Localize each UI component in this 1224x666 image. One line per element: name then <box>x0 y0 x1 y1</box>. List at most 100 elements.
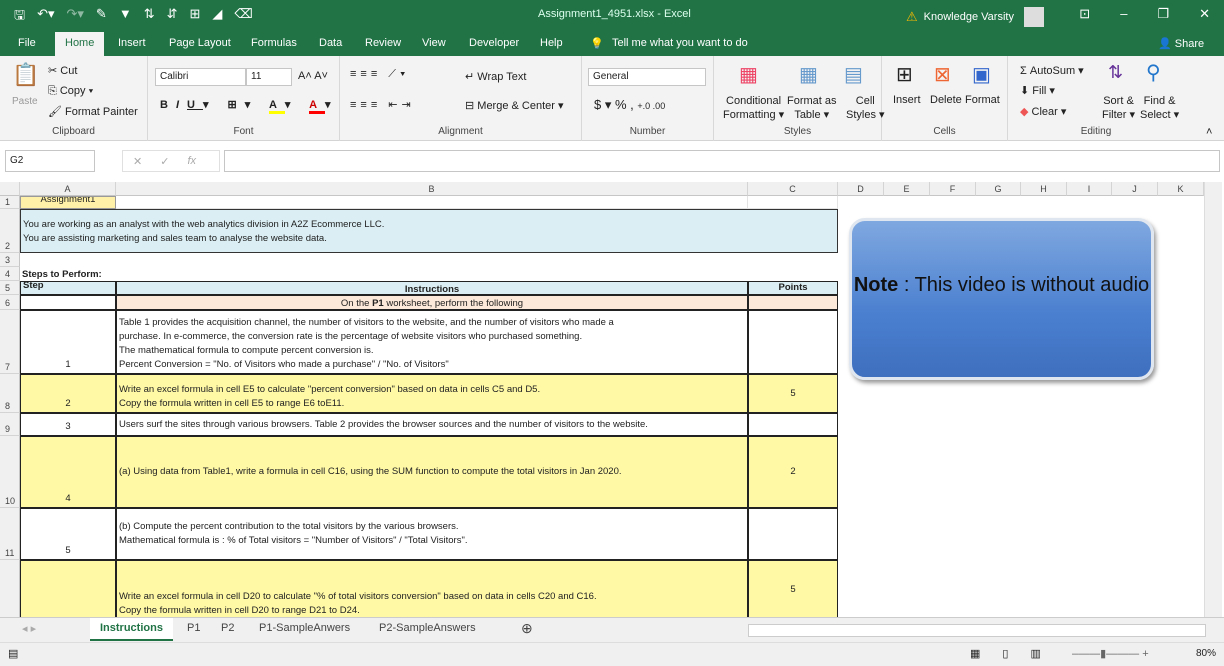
save-icon[interactable]: 🖫 <box>14 6 25 28</box>
tab-formulas[interactable]: Formulas <box>251 37 297 49</box>
cell-c[interactable]: 5 <box>748 374 838 413</box>
row-header[interactable]: 11 <box>0 508 20 560</box>
number-format-select[interactable]: General <box>588 68 706 86</box>
copy-button[interactable]: ⎘ Copy ▾ <box>48 85 93 98</box>
view-buttons[interactable]: ▦▯▥ <box>970 647 1063 660</box>
tell-me-input[interactable]: Tell me what you want to do <box>612 37 748 49</box>
cut-button[interactable]: ✂ Cut <box>48 64 77 77</box>
name-box[interactable]: G2 <box>5 150 95 172</box>
conditional-formatting-icon[interactable]: ▦ <box>739 62 758 87</box>
column-header-c[interactable]: C <box>748 182 838 196</box>
redo-icon[interactable]: ↷▾ <box>67 6 84 28</box>
insert-button[interactable]: Insert <box>893 94 921 106</box>
paste-icon[interactable]: 📋 <box>12 62 39 88</box>
cell-b[interactable]: Users surf the sites through various bro… <box>116 413 748 436</box>
tab-data[interactable]: Data <box>319 37 342 49</box>
cell-b[interactable]: On the P1 worksheet, perform the followi… <box>116 295 748 310</box>
format-cells-icon[interactable]: ▣ <box>972 62 991 87</box>
format-as-table-button[interactable]: Format as Table ▾ <box>787 94 837 122</box>
column-header-e[interactable]: E <box>884 182 930 196</box>
sheet-tab-p1[interactable]: P1 <box>187 622 200 634</box>
merge-center-button[interactable]: ⊟ Merge & Center ▾ <box>465 99 564 112</box>
format-button[interactable]: Format <box>965 94 1000 106</box>
autosum-button[interactable]: Σ AutoSum ▾ <box>1020 64 1084 77</box>
row-header[interactable]: 1 <box>0 196 20 209</box>
tab-page-layout[interactable]: Page Layout <box>169 37 231 49</box>
fill-button[interactable]: ⬇ Fill ▾ <box>1020 84 1055 97</box>
cell-c[interactable] <box>748 508 838 560</box>
formula-input[interactable] <box>224 150 1220 172</box>
insert-cells-icon[interactable]: ⊞ <box>896 62 913 87</box>
row-header[interactable]: 4 <box>0 267 20 281</box>
search-icon[interactable]: ⚲ <box>1146 60 1161 85</box>
row-header[interactable]: 10 <box>0 436 20 508</box>
font-size-select[interactable]: 11 <box>246 68 292 86</box>
format-as-table-icon[interactable]: ▦ <box>799 62 818 87</box>
avatar[interactable] <box>1023 7 1044 27</box>
cell-b[interactable]: (a) Using data from Table1, write a form… <box>116 436 748 508</box>
wrap-text-button[interactable]: ↵ Wrap Text <box>465 70 526 83</box>
close-icon[interactable]: ✕ <box>1199 6 1210 22</box>
tab-help[interactable]: Help <box>540 37 563 49</box>
user-name[interactable]: Knowledge Varsity <box>924 11 1014 23</box>
column-header-j[interactable]: J <box>1112 182 1158 196</box>
tab-home[interactable]: Home <box>55 32 105 56</box>
bold-italic-underline-icons[interactable]: BIU▾ ⊞▾ A▾ A▾ <box>160 98 339 114</box>
cell-a[interactable] <box>20 295 116 310</box>
cell-styles-button[interactable]: Cell Styles ▾ <box>846 94 885 122</box>
horizontal-align-icons[interactable]: ≡≡≡ ⇤⇥ <box>350 98 415 111</box>
cell-a[interactable]: 2 <box>20 374 116 413</box>
comma-button[interactable]: , <box>630 97 634 112</box>
sheet-tab-p1-sample[interactable]: P1-SampleAnwers <box>259 622 350 634</box>
cell-b[interactable]: Write an excel formula in cell E5 to cal… <box>116 374 748 413</box>
row-header[interactable]: 2 <box>0 209 20 253</box>
sheet-nav-arrows[interactable]: ◂ ▸ <box>22 622 36 635</box>
zoom-slider[interactable]: –——▮——— + <box>1072 647 1149 660</box>
cell-c[interactable] <box>748 310 838 374</box>
zoom-level[interactable]: 80% <box>1196 648 1216 659</box>
cell-c[interactable] <box>748 295 838 310</box>
column-header-k[interactable]: K <box>1158 182 1204 196</box>
collapse-ribbon-icon[interactable]: ˄ <box>1206 126 1212 138</box>
sheet-tab-instructions[interactable]: Instructions <box>90 618 173 641</box>
column-header-g[interactable]: G <box>976 182 1021 196</box>
row-header[interactable] <box>0 560 20 617</box>
macro-record-icon[interactable]: ▤ <box>8 647 18 660</box>
cell-a[interactable]: 4 <box>20 436 116 508</box>
font-size-icons[interactable]: A˄ A˅ <box>298 70 328 82</box>
column-header-b[interactable]: B <box>116 182 748 196</box>
cell-b[interactable]: Write an excel formula in cell D20 to ca… <box>116 560 748 617</box>
select-all-corner[interactable] <box>0 182 20 196</box>
horizontal-scrollbar[interactable] <box>748 624 1206 637</box>
cell-c[interactable]: 2 <box>748 436 838 508</box>
row-header[interactable]: 8 <box>0 374 20 413</box>
cell-c[interactable]: Points <box>748 281 838 295</box>
cell-a[interactable]: 3 <box>20 413 116 436</box>
row-header[interactable]: 3 <box>0 253 20 267</box>
format-painter-icon[interactable]: ✎ <box>96 6 107 28</box>
tab-developer[interactable]: Developer <box>469 37 519 49</box>
vertical-scrollbar[interactable] <box>1204 182 1222 617</box>
cell-a[interactable] <box>20 560 116 617</box>
decimal-icons[interactable]: +.0 .00 <box>637 101 665 111</box>
undo-icon[interactable]: ↶▾ <box>37 6 54 28</box>
cell-c[interactable]: 5 <box>748 560 838 617</box>
filter-icon[interactable]: ▼ <box>119 6 132 28</box>
find-select-button[interactable]: Find & Select ▾ <box>1140 94 1179 122</box>
borders-icon[interactable]: ⊞ <box>190 6 201 28</box>
clear-button[interactable]: ◆ Clear ▾ <box>1020 105 1066 118</box>
tab-view[interactable]: View <box>422 37 446 49</box>
restore-icon[interactable]: ❐ <box>1157 6 1169 22</box>
cell-b[interactable]: (b) Compute the percent contribution to … <box>116 508 748 560</box>
steps-heading[interactable]: Steps to Perform: <box>20 267 420 281</box>
column-header-i[interactable]: I <box>1067 182 1112 196</box>
cell-styles-icon[interactable]: ▤ <box>844 62 863 87</box>
column-header-h[interactable]: H <box>1021 182 1067 196</box>
intro-cell[interactable]: You are working as an analyst with the w… <box>20 209 838 253</box>
tab-review[interactable]: Review <box>365 37 401 49</box>
add-sheet-icon[interactable]: ⊕ <box>521 620 533 637</box>
cancel-icon[interactable]: ✕ <box>133 155 142 168</box>
vertical-align-icons[interactable]: ≡≡≡ ⟋▾ <box>350 68 409 81</box>
row-header[interactable]: 7 <box>0 310 20 374</box>
cell-b[interactable] <box>116 196 748 209</box>
